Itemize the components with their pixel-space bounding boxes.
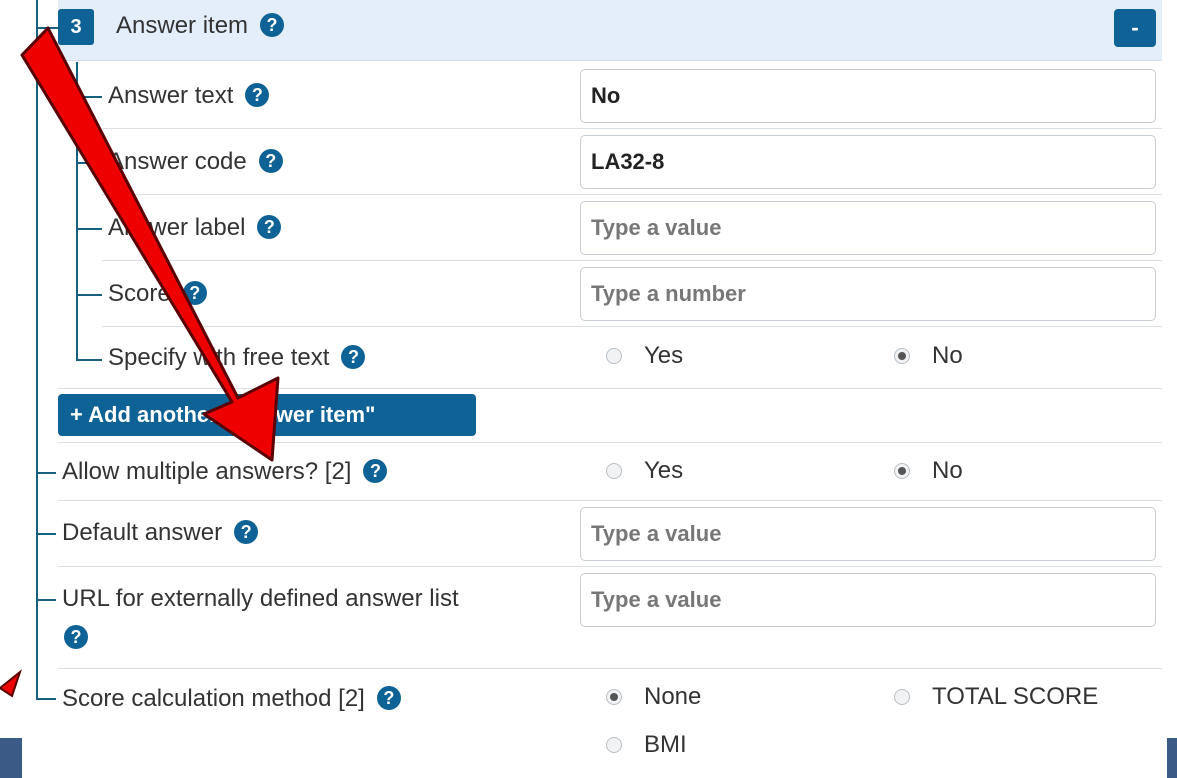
- form-panel: 3 Answer item? - Answer text? Answer cod…: [0, 0, 1177, 778]
- row-separator: [102, 260, 1162, 261]
- answer-code-label-text: Answer code: [108, 148, 247, 175]
- answer-code-label: Answer code?: [108, 147, 283, 177]
- radio-button-checked-icon: [606, 689, 622, 705]
- help-icon[interactable]: ?: [64, 625, 88, 649]
- score-calc-total-radio[interactable]: TOTAL SCORE: [894, 682, 1098, 712]
- row-separator: [58, 388, 1162, 389]
- tree-branch: [36, 599, 56, 601]
- allow-multiple-no-radio[interactable]: No: [894, 456, 963, 486]
- row-separator: [58, 566, 1162, 567]
- help-icon[interactable]: ?: [258, 148, 283, 173]
- url-answer-list-label: URL for externally defined answer list: [62, 584, 459, 614]
- radio-label: TOTAL SCORE: [932, 683, 1099, 710]
- tree-branch: [76, 162, 102, 164]
- help-icon[interactable]: ?: [260, 12, 285, 37]
- radio-label: No: [932, 342, 963, 369]
- score-label: Score?: [108, 279, 207, 309]
- tree-line-outer: [36, 0, 38, 700]
- left-margin: [0, 0, 12, 778]
- tree-branch: [36, 472, 56, 474]
- background-band: [0, 738, 22, 778]
- answer-item-number-badge: 3: [58, 9, 94, 45]
- radio-label: Yes: [644, 342, 684, 369]
- allow-multiple-label: Allow multiple answers? [2]?: [62, 457, 388, 487]
- tree-line-inner: [76, 62, 78, 360]
- radio-label: Yes: [644, 457, 684, 484]
- score-calc-label-text: Score calculation method [2]: [62, 685, 365, 712]
- answer-label-label: Answer label?: [108, 213, 282, 243]
- tree-branch: [36, 533, 56, 535]
- radio-button-checked-icon: [894, 348, 910, 364]
- url-answer-list-input[interactable]: [580, 573, 1156, 627]
- radio-button-icon: [894, 689, 910, 705]
- answer-item-title: Answer item?: [116, 10, 285, 42]
- allow-multiple-label-text: Allow multiple answers? [2]: [62, 458, 352, 485]
- answer-label-input[interactable]: [580, 201, 1156, 255]
- tree-branch: [76, 359, 102, 361]
- answer-code-input[interactable]: [580, 135, 1156, 189]
- help-icon[interactable]: ?: [234, 519, 259, 544]
- score-calc-none-radio[interactable]: None: [606, 682, 701, 712]
- tree-branch: [76, 294, 102, 296]
- answer-text-label-text: Answer text: [108, 82, 234, 109]
- score-calc-bmi-radio[interactable]: BMI: [606, 730, 687, 760]
- row-separator: [58, 668, 1162, 669]
- help-icon[interactable]: ?: [257, 214, 282, 239]
- radio-button-checked-icon: [894, 463, 910, 479]
- row-separator: [102, 194, 1162, 195]
- help-icon[interactable]: ?: [341, 344, 366, 369]
- specify-free-text-label: Specify with free text?: [108, 343, 366, 373]
- background-band: [1167, 738, 1177, 778]
- add-answer-item-button[interactable]: + Add another "Answer item": [58, 394, 476, 436]
- help-icon[interactable]: ?: [245, 82, 270, 107]
- answer-label-label-text: Answer label: [108, 214, 246, 241]
- radio-button-icon: [606, 463, 622, 479]
- url-answer-list-label-text: URL for externally defined answer list: [62, 585, 459, 612]
- score-calc-label: Score calculation method [2]?: [62, 684, 401, 714]
- answer-text-input[interactable]: [580, 69, 1156, 123]
- help-icon[interactable]: ?: [363, 458, 388, 483]
- specify-free-text-label-text: Specify with free text: [108, 344, 330, 371]
- tree-branch-answer-item: [36, 27, 58, 29]
- tree-branch: [76, 96, 102, 98]
- radio-button-icon: [606, 348, 622, 364]
- specify-free-text-no-radio[interactable]: No: [894, 341, 963, 371]
- help-icon[interactable]: ?: [376, 685, 401, 710]
- collapse-button[interactable]: -: [1114, 9, 1156, 47]
- radio-label: No: [932, 457, 963, 484]
- score-label-text: Score: [108, 280, 171, 307]
- default-answer-input[interactable]: [580, 507, 1156, 561]
- radio-label: None: [644, 683, 702, 710]
- radio-button-icon: [606, 737, 622, 753]
- radio-label: BMI: [644, 731, 687, 758]
- answer-item-title-text: Answer item: [116, 12, 249, 39]
- default-answer-label-text: Default answer: [62, 519, 223, 546]
- row-separator: [102, 326, 1162, 327]
- specify-free-text-yes-radio[interactable]: Yes: [606, 341, 683, 371]
- allow-multiple-yes-radio[interactable]: Yes: [606, 456, 683, 486]
- help-icon[interactable]: ?: [182, 280, 207, 305]
- row-separator: [102, 128, 1162, 129]
- row-separator: [58, 442, 1162, 443]
- tree-branch: [76, 228, 102, 230]
- answer-text-label: Answer text?: [108, 81, 270, 111]
- tree-branch: [36, 698, 56, 700]
- score-input[interactable]: [580, 267, 1156, 321]
- default-answer-label: Default answer?: [62, 518, 259, 548]
- row-separator: [58, 500, 1162, 501]
